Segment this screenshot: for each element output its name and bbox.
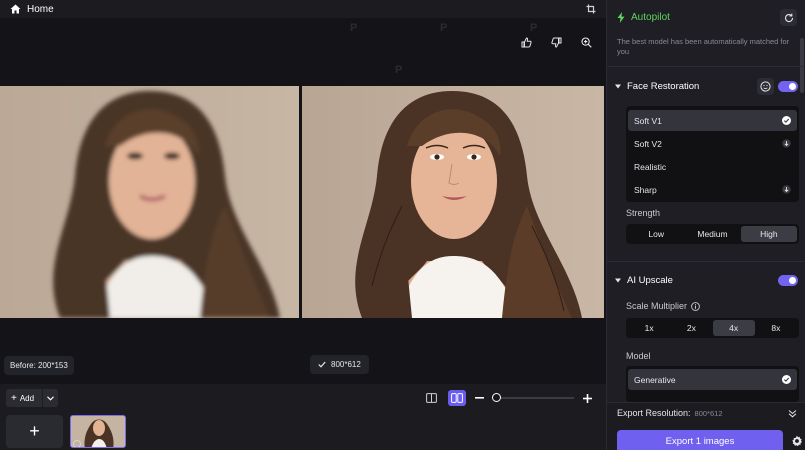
option-label: Generative [634,374,676,385]
double-chevron-down-icon[interactable] [786,407,798,419]
autopilot-header: Autopilot [617,12,670,23]
option-label: Sharp [634,184,657,195]
zoom-out-icon[interactable] [474,397,484,399]
scale-option[interactable]: 2x [670,320,712,336]
face-restoration-header[interactable]: Face Restoration [615,81,699,92]
model-label: Model [626,351,651,361]
face-restoration-toggle[interactable] [778,81,798,92]
face-model-option[interactable]: Realistic [628,156,797,177]
ai-upscale-toggle[interactable] [778,275,798,286]
after-label: 800*612 [310,355,369,374]
strength-label: Strength [626,208,661,218]
option-label: Realistic [634,161,667,172]
refresh-icon [784,13,793,22]
face-model-list: Soft V1 Soft V2 Realistic Sharp [626,106,799,202]
export-resolution-value: 800*612 [694,409,723,418]
settings-panel: Autopilot The best model has been automa… [606,0,805,450]
option-label: Soft V1 [634,115,662,126]
divider [607,261,805,262]
strength-selector: Low Medium High [626,224,799,244]
export-resolution-label: Export Resolution: [617,408,691,418]
divider [607,66,805,67]
thumbs-down-icon[interactable] [548,34,564,50]
after-image [302,86,604,318]
add-label: Add [19,393,35,403]
scale-multiplier-row: Scale Multiplier [626,301,700,311]
scale-multiplier-label: Scale Multiplier [626,301,688,311]
export-bar: Export Resolution: 800*612 Export 1 imag… [607,402,805,450]
ai-upscale-title: AI Upscale [627,275,673,286]
option-label: Soft V2 [634,138,662,149]
watermark-icon: P [440,22,448,34]
ai-upscale-header[interactable]: AI Upscale [615,275,673,286]
zoom-in-icon[interactable] [578,34,594,50]
image-thumbnail[interactable] [70,415,126,448]
zoom-slider[interactable] [492,393,574,402]
check-circle-icon [781,116,791,126]
home-button[interactable]: Home [0,4,54,15]
home-label: Home [27,3,54,15]
scale-option[interactable]: 4x [712,320,755,336]
scale-option[interactable]: 1x [628,320,670,336]
scale-option[interactable]: 8x [755,320,797,336]
face-model-option[interactable]: Sharp [628,179,797,200]
crop-icon[interactable] [584,2,598,16]
add-main-button[interactable]: + Add [6,393,42,404]
info-icon[interactable] [691,301,700,311]
watermark-icon: P [530,22,538,34]
before-image [0,86,299,318]
face-model-option[interactable]: Soft V1 [628,110,797,131]
watermark-icon: P [350,22,358,34]
upscale-model-option[interactable]: Generative [628,369,797,390]
download-icon[interactable] [781,185,791,195]
refresh-button[interactable] [780,9,797,26]
zoom-slider-handle[interactable] [492,393,501,402]
lightning-icon [617,12,625,23]
add-image-tile[interactable]: + [6,415,63,448]
split-view-icon[interactable] [422,390,440,406]
check-circle-icon [781,375,791,385]
thumbs-up-icon[interactable] [518,34,534,50]
upscale-model-list: Generative [626,366,799,402]
strength-option[interactable]: Low [628,226,684,242]
feedback-controls [518,34,594,50]
face-icon[interactable] [757,78,774,95]
view-controls [422,390,592,406]
scale-selector: 1x 2x 4x 8x [626,318,799,338]
bottom-bar: + Add + [0,384,606,450]
face-restoration-title: Face Restoration [627,81,700,92]
download-icon[interactable] [781,139,791,149]
strength-option[interactable]: Medium [684,226,740,242]
export-button[interactable]: Export 1 images [617,430,783,450]
caret-down-icon [615,278,621,283]
top-bar: Home [0,0,606,18]
side-by-side-view-icon[interactable] [448,390,466,406]
chevron-down-icon[interactable] [42,389,58,407]
check-icon [318,361,326,368]
home-icon [10,4,21,14]
after-resolution: 800*612 [331,360,361,369]
export-resolution: Export Resolution: 800*612 [617,408,723,418]
add-button[interactable]: + Add [6,389,58,407]
caret-down-icon [615,84,621,89]
strength-option[interactable]: High [740,226,797,242]
watermark-icon: P [395,64,403,76]
gear-icon[interactable] [791,435,803,447]
face-model-option[interactable]: Soft V2 [628,133,797,154]
before-label: Before: 200*153 [4,356,74,375]
autopilot-description: The best model has been automatically ma… [617,37,790,56]
autopilot-title: Autopilot [631,12,670,23]
plus-icon: + [11,392,17,404]
zoom-in-plus-icon[interactable] [582,393,592,403]
preview-canvas: P P P P Before: 200*153 800*612 [0,18,606,384]
